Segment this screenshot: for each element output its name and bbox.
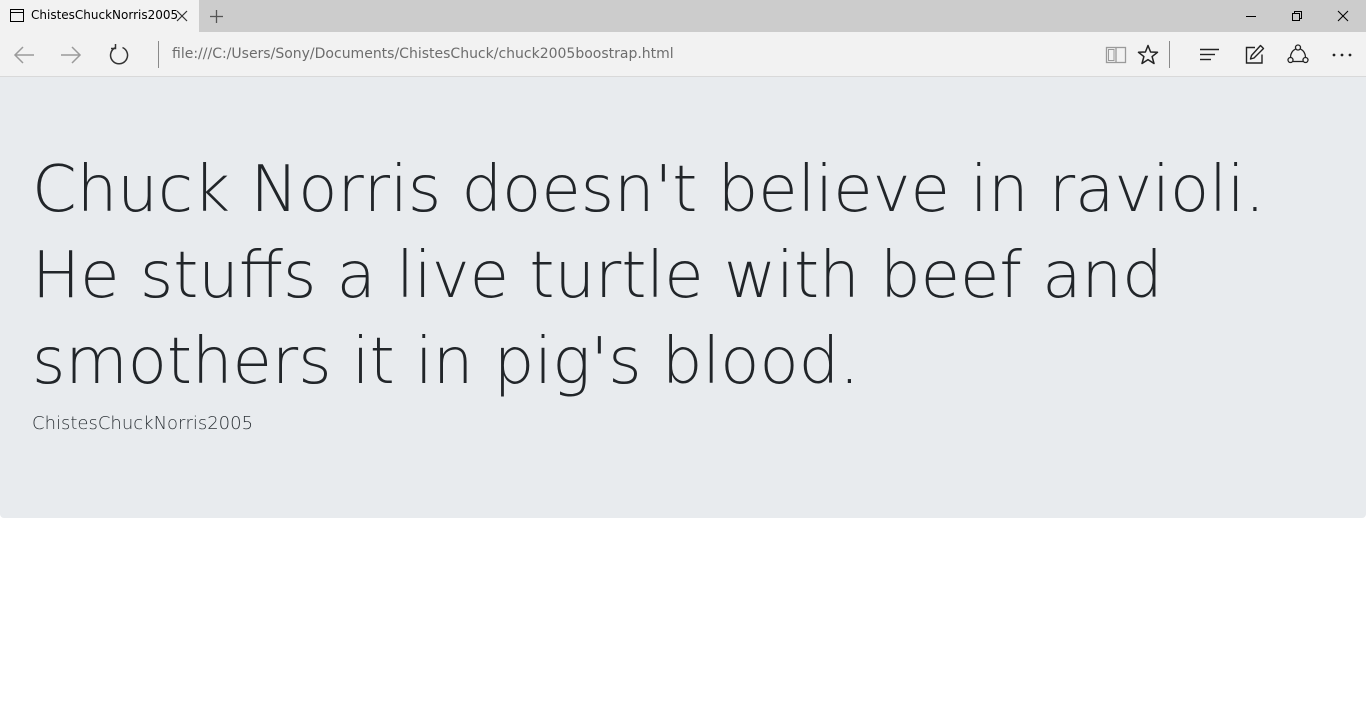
forward-arrow-icon[interactable]	[59, 43, 83, 67]
share-icon[interactable]	[1286, 43, 1310, 67]
refresh-icon[interactable]	[107, 43, 131, 67]
restore-icon	[1292, 11, 1302, 21]
title-bar: ChistesChuckNorris2005	[0, 0, 1366, 32]
favorite-star-icon[interactable]	[1136, 43, 1160, 67]
minimize-icon	[1246, 16, 1256, 17]
close-icon	[1337, 10, 1349, 22]
minimize-button[interactable]	[1228, 0, 1274, 32]
tab-active[interactable]: ChistesChuckNorris2005	[0, 0, 199, 32]
byline: ChistesChuckNorris2005	[32, 413, 254, 434]
joke-text: Chuck Norris doesn't believe in ravioli.…	[32, 153, 1266, 399]
tab-close-icon[interactable]	[176, 10, 188, 22]
reading-view-book-icon[interactable]	[1104, 43, 1128, 67]
hub-icon[interactable]	[1198, 43, 1222, 67]
new-tab-plus-icon[interactable]	[209, 9, 224, 24]
more-icon[interactable]	[1330, 43, 1354, 67]
tab-title: ChistesChuckNorris2005	[31, 8, 179, 22]
address-separator	[158, 41, 159, 68]
web-note-pen-icon[interactable]	[1242, 43, 1266, 67]
page-viewport: Chuck Norris doesn't believe in ravioli.…	[0, 77, 1366, 728]
navigation-bar: file:///C:/Users/Sony/Documents/ChistesC…	[0, 32, 1366, 77]
back-arrow-icon[interactable]	[12, 43, 36, 67]
close-window-button[interactable]	[1320, 0, 1366, 32]
toolbar-separator	[1169, 41, 1170, 68]
restore-button[interactable]	[1274, 0, 1320, 32]
page-icon	[10, 9, 24, 22]
address-bar[interactable]: file:///C:/Users/Sony/Documents/ChistesC…	[172, 46, 674, 62]
jumbotron: Chuck Norris doesn't believe in ravioli.…	[0, 77, 1366, 518]
